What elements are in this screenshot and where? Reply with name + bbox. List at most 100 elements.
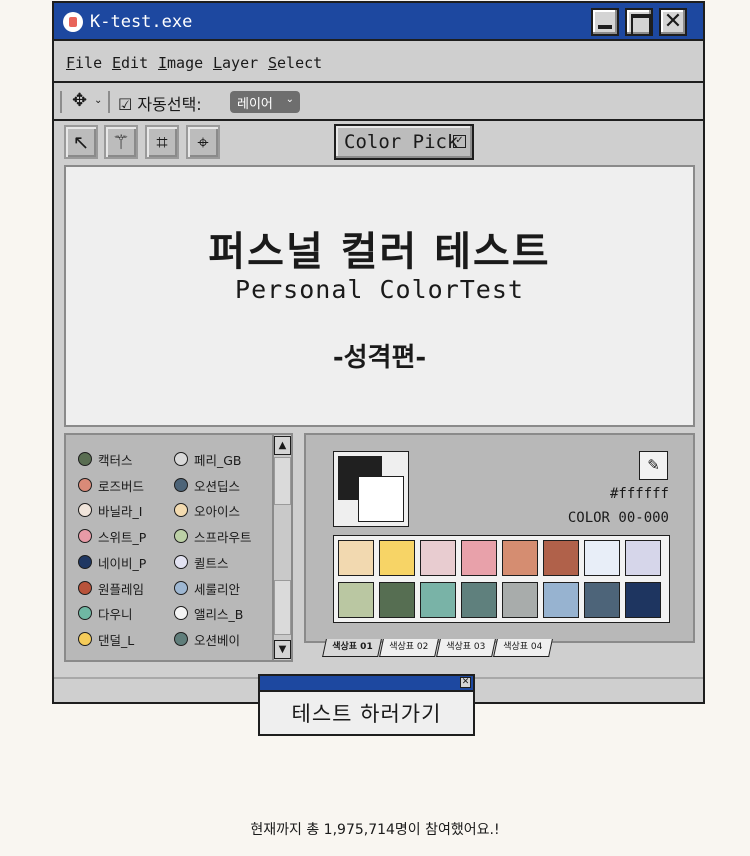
color-swatch[interactable]: [420, 582, 456, 618]
layer-dropdown[interactable]: 레이어 ⌄: [230, 91, 300, 113]
window-title: K-test.exe: [90, 12, 193, 32]
foreground-background-picker[interactable]: [333, 451, 409, 527]
color-pick-label: Color Pick: [344, 131, 459, 153]
color-swatch[interactable]: [502, 582, 538, 618]
color-swatch[interactable]: [379, 582, 415, 618]
tab-palette-02[interactable]: 색상표 02: [379, 639, 439, 657]
menu-edit[interactable]: Edit: [112, 54, 148, 72]
color-swatch[interactable]: [502, 540, 538, 576]
crosshair-icon: ⌖: [197, 130, 209, 154]
color-swatch[interactable]: [338, 540, 374, 576]
pointer-tool-button[interactable]: ↖: [64, 125, 98, 159]
app-icon: [63, 12, 83, 32]
color-name: 오션베이: [194, 632, 241, 648]
scroll-thumb[interactable]: [274, 457, 291, 505]
scrollbar[interactable]: ▲ ▼: [272, 435, 291, 660]
color-dot: [174, 631, 188, 646]
menu-image[interactable]: Image: [158, 54, 203, 72]
move-tool-icon[interactable]: ✥: [72, 90, 87, 111]
color-name: 캑터스: [98, 453, 133, 468]
color-swatch[interactable]: [584, 540, 620, 576]
background-color[interactable]: [358, 476, 404, 522]
app-window: K-test.exe ✕ File Edit Image Layer Selec…: [52, 1, 705, 704]
color-dot: [174, 452, 188, 466]
color-swatch[interactable]: [625, 582, 661, 618]
color-name: 앨리스_B: [194, 607, 244, 623]
menu-layer[interactable]: Layer: [213, 54, 258, 72]
color-name: 바닐라_I: [98, 504, 143, 520]
scroll-track-segment: [274, 580, 291, 635]
crosshair-tool-button[interactable]: ⌖: [186, 125, 220, 159]
color-dot: [174, 503, 188, 518]
color-code: COLOR 00-000: [567, 510, 669, 526]
color-name: 오아이스: [194, 504, 241, 520]
close-button[interactable]: ✕: [659, 8, 687, 36]
color-swatch[interactable]: [338, 582, 374, 618]
color-swatch[interactable]: [379, 540, 415, 576]
color-name: 스프라우트: [194, 530, 252, 546]
color-swatch[interactable]: [461, 582, 497, 618]
auto-select-checkbox[interactable]: ☑ 자동선택:: [118, 91, 202, 115]
title-bar: K-test.exe ✕: [54, 3, 703, 41]
toolbar-grip: [60, 91, 63, 113]
magic-wand-tool-button[interactable]: ⚚: [104, 125, 138, 159]
chevron-down-icon[interactable]: ⌄: [94, 95, 102, 106]
tab-label: 색상표 03: [446, 642, 486, 652]
tab-palette-01[interactable]: 색상표 01: [322, 639, 382, 657]
color-dot: [174, 580, 188, 595]
color-name: 원플레임: [98, 581, 145, 597]
start-button-titlebar: ✕: [260, 676, 473, 692]
layer-dropdown-value: 레이어: [237, 97, 273, 112]
close-icon: ✕: [663, 9, 683, 34]
color-dot: [174, 477, 188, 492]
canvas-area: 퍼스널 컬러 테스트 Personal ColorTest -성격편-: [64, 165, 695, 427]
start-test-button[interactable]: ✕ 테스트 하러가기: [258, 674, 475, 736]
color-dot: [78, 580, 92, 595]
edition-label: -성격편-: [332, 343, 427, 373]
color-dot: [78, 503, 92, 518]
color-swatch[interactable]: [625, 540, 661, 576]
menu-bar: File Edit Image Layer Select: [54, 43, 703, 83]
color-pick-button[interactable]: Color Pick ✓: [334, 124, 474, 160]
maximize-button[interactable]: [625, 8, 653, 36]
menu-file[interactable]: File: [66, 54, 102, 72]
hex-value: #ffffff: [609, 486, 669, 502]
tab-label: 색상표 01: [331, 642, 373, 652]
crop-tool-button[interactable]: ⌗: [145, 125, 179, 159]
color-name: 댄덜_L: [98, 632, 135, 648]
tab-palette-03[interactable]: 색상표 03: [436, 639, 496, 657]
eyedropper-icon: ✎: [647, 456, 660, 474]
tab-label: 색상표 04: [503, 642, 543, 652]
close-icon[interactable]: ✕: [460, 677, 471, 688]
color-name: 스위트_P: [98, 530, 147, 546]
color-swatch[interactable]: [584, 582, 620, 618]
scroll-up-button[interactable]: ▲: [274, 436, 291, 455]
options-bar: ✥ ⌄ ☑ 자동선택: 레이어 ⌄: [54, 85, 703, 121]
tab-label: 색상표 02: [389, 642, 429, 652]
minimize-button[interactable]: [591, 8, 619, 36]
color-swatch[interactable]: [543, 540, 579, 576]
color-dot: [174, 606, 188, 621]
color-dot: [78, 554, 92, 569]
divider: [108, 91, 110, 113]
eyedropper-button[interactable]: ✎: [639, 451, 668, 480]
color-dot: [78, 529, 92, 544]
color-name: 세룰리안: [194, 581, 241, 597]
color-name: 퀼트스: [194, 555, 229, 571]
crop-icon: ⌗: [156, 130, 168, 154]
page-subtitle: Personal ColorTest: [235, 275, 524, 304]
color-name: 오션딥스: [194, 478, 241, 494]
color-swatch[interactable]: [420, 540, 456, 576]
page-title: 퍼스널 컬러 테스트: [208, 229, 551, 275]
participant-count: 현재까지 총 1,975,714명이 참여했어요.!: [250, 822, 500, 838]
scroll-down-button[interactable]: ▼: [274, 640, 291, 659]
color-dot: [78, 606, 92, 621]
color-name: 페리_GB: [194, 453, 242, 468]
tab-palette-04[interactable]: 색상표 04: [493, 639, 553, 657]
color-swatch[interactable]: [543, 582, 579, 618]
menu-select[interactable]: Select: [268, 54, 322, 72]
color-swatch[interactable]: [461, 540, 497, 576]
color-name: 네이비_P: [98, 555, 147, 571]
color-dot: [174, 529, 188, 544]
start-test-label: 테스트 하러가기: [291, 702, 442, 726]
